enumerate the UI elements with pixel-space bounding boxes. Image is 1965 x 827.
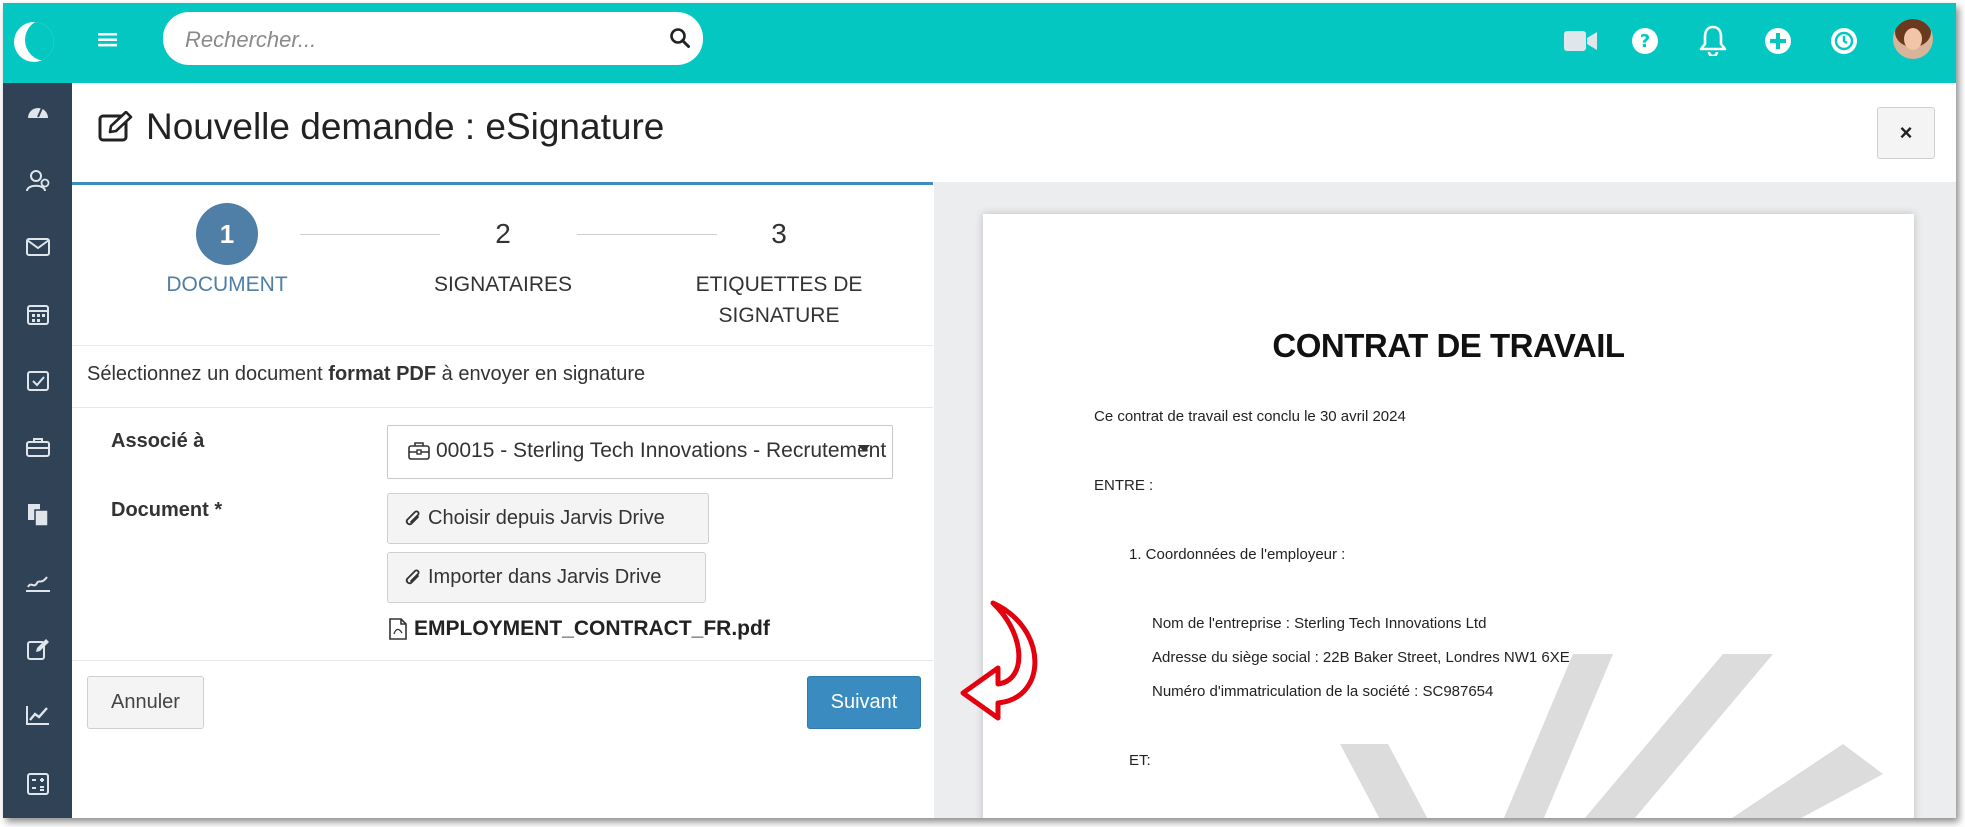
divider (72, 407, 933, 408)
instruction-bold: format PDF (328, 363, 437, 385)
search-icon[interactable] (669, 27, 691, 49)
mail-icon[interactable] (3, 238, 72, 256)
document-address: Adresse du siège social : 22B Baker Stre… (1152, 649, 1570, 666)
page-title: Nouvelle demande : eSignature (98, 106, 664, 148)
video-icon[interactable] (1564, 29, 1598, 53)
next-button[interactable]: Suivant (807, 676, 921, 729)
associe-value: 00015 - Sterling Tech Innovations - Recr… (436, 439, 887, 462)
app-logo[interactable] (14, 22, 54, 62)
page-title-text: Nouvelle demande : eSignature (146, 106, 665, 147)
document-company-name: Nom de l'entreprise : Sterling Tech Inno… (1152, 615, 1487, 632)
divider (72, 345, 933, 346)
wizard-panel: 1 DOCUMENT 2 SIGNATAIRES 3 ETIQUETTES DE… (72, 182, 933, 818)
calculator-icon[interactable] (3, 773, 72, 795)
documents-icon[interactable] (3, 503, 72, 527)
user-avatar[interactable] (1893, 19, 1933, 59)
signature-icon[interactable] (3, 573, 72, 593)
briefcase-icon (408, 442, 430, 460)
file-name: EMPLOYMENT_CONTRACT_FR.pdf (414, 617, 770, 640)
step-3-number[interactable]: 3 (748, 203, 810, 265)
bell-icon[interactable] (1698, 24, 1728, 56)
step-1-label[interactable]: DOCUMENT (117, 269, 337, 300)
chart-icon[interactable] (3, 705, 72, 725)
selected-file[interactable]: EMPLOYMENT_CONTRACT_FR.pdf (389, 617, 770, 641)
edit-icon (98, 111, 133, 142)
document-entre: ENTRE : (1094, 477, 1154, 494)
contacts-icon[interactable] (3, 169, 72, 193)
paperclip-icon (405, 510, 420, 525)
step-1-number[interactable]: 1 (196, 203, 258, 265)
associe-select[interactable]: 00015 - Sterling Tech Innovations - Recr… (387, 425, 893, 479)
search-input[interactable] (183, 12, 637, 67)
chevron-down-icon (858, 445, 870, 452)
edit-icon[interactable] (3, 638, 72, 660)
document-label: Document * (111, 499, 223, 521)
choose-drive-button[interactable]: Choisir depuis Jarvis Drive (387, 493, 709, 544)
help-icon[interactable]: ? (1631, 27, 1659, 55)
instruction-part: Sélectionnez un document (87, 363, 329, 385)
import-drive-button[interactable]: Importer dans Jarvis Drive (387, 552, 706, 603)
wizard-steps: 1 DOCUMENT 2 SIGNATAIRES 3 ETIQUETTES DE… (72, 185, 933, 345)
menu-icon[interactable]: ≡ (95, 25, 120, 55)
associe-label: Associé à (111, 430, 205, 452)
page-header: Nouvelle demande : eSignature × (72, 83, 1956, 183)
dashboard-icon[interactable] (3, 101, 72, 121)
add-icon[interactable] (1764, 27, 1792, 55)
search-box (163, 12, 703, 67)
svg-text:?: ? (1640, 31, 1650, 52)
step-connector (577, 234, 717, 235)
document-intro: Ce contrat de travail est conclu le 30 a… (1094, 408, 1406, 425)
document-et: ET: (1129, 752, 1151, 769)
close-button[interactable]: × (1877, 107, 1935, 159)
red-curved-arrow-icon (960, 600, 1038, 721)
document-registration: Numéro d'immatriculation de la société :… (1152, 683, 1494, 700)
document-preview: CONTRAT DE TRAVAIL Ce contrat de travail… (983, 214, 1914, 818)
document-title: CONTRAT DE TRAVAIL (1272, 327, 1625, 364)
instruction-part: à envoyer en signature (436, 363, 646, 385)
paperclip-icon (405, 569, 420, 584)
step-connector (300, 234, 440, 235)
document-section-1: 1. Coordonnées de l'employeur : (1129, 546, 1346, 563)
cancel-button[interactable]: Annuler (87, 676, 204, 729)
briefcase-icon[interactable] (3, 437, 72, 457)
import-drive-label: Importer dans Jarvis Drive (428, 566, 662, 588)
watermark-graphic (1340, 654, 1883, 818)
calendar-icon[interactable] (3, 303, 72, 325)
sidebar (3, 83, 72, 818)
step-2-label[interactable]: SIGNATAIRES (393, 269, 613, 300)
clock-icon[interactable] (1830, 27, 1858, 55)
choose-drive-label: Choisir depuis Jarvis Drive (428, 507, 665, 529)
top-bar: ≡ ? (3, 3, 1956, 83)
divider (72, 660, 933, 661)
step-3-label[interactable]: ETIQUETTES DE SIGNATURE (689, 269, 869, 331)
instruction-text: Sélectionnez un document format PDF à en… (87, 363, 645, 386)
app-window: ≡ ? Nouvelle demande : eSignature × (3, 3, 1956, 818)
pdf-file-icon (389, 618, 407, 640)
step-2-number[interactable]: 2 (472, 203, 534, 265)
tasks-icon[interactable] (3, 369, 72, 391)
